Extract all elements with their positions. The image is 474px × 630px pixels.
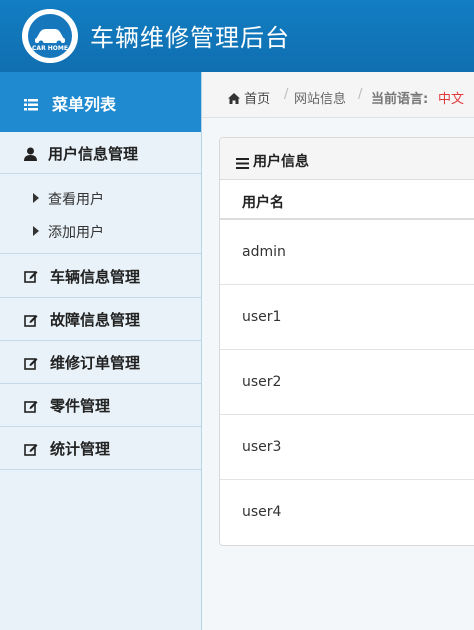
edit-icon xyxy=(24,268,38,287)
breadcrumb-home[interactable]: 首页 xyxy=(228,88,270,107)
sidebar-item-repair-orders[interactable]: 维修订单管理 xyxy=(0,341,201,384)
user-info-panel: 用户信息 用户名 admin user1 user2 user3 user4 xyxy=(219,137,474,546)
sidebar-subitem-label: 添加用户 xyxy=(48,225,104,241)
username-cell: user1 xyxy=(242,309,282,325)
sidebar-item-label: 零件管理 xyxy=(50,397,111,415)
table-row[interactable]: user2 xyxy=(220,350,474,415)
username-cell: user4 xyxy=(242,504,282,520)
menu-list-title: 菜单列表 xyxy=(52,95,117,114)
bars-icon xyxy=(236,154,249,173)
edit-icon xyxy=(24,441,38,460)
sidebar-item-label: 用户信息管理 xyxy=(48,145,139,163)
caret-right-icon xyxy=(33,226,39,236)
language-value[interactable]: 中文 xyxy=(438,88,464,107)
sidebar-subitem-label: 查看用户 xyxy=(48,192,104,208)
list-icon xyxy=(24,96,38,115)
edit-icon xyxy=(24,355,38,374)
sidebar: 菜单列表 用户信息管理 查看用户 添加用户 车辆信息管理 故障信息管理 维修订单… xyxy=(0,72,202,630)
sidebar-subitem-add-user[interactable]: 添加用户 xyxy=(0,215,201,248)
edit-icon xyxy=(24,312,38,331)
menu-list-header: 菜单列表 xyxy=(0,72,201,132)
breadcrumb-separator: / xyxy=(284,87,289,102)
sidebar-item-user-info[interactable]: 用户信息管理 xyxy=(0,132,201,174)
caret-right-icon xyxy=(33,193,39,203)
sidebar-item-parts[interactable]: 零件管理 xyxy=(0,384,201,427)
username-cell: user3 xyxy=(242,439,282,455)
column-header-username: 用户名 xyxy=(242,195,284,211)
panel-title: 用户信息 xyxy=(253,154,309,170)
sidebar-subitem-view-users[interactable]: 查看用户 xyxy=(0,182,201,215)
breadcrumb-separator: / xyxy=(358,87,363,102)
top-header: CAR HOME 车辆维修管理后台 xyxy=(0,0,474,72)
username-cell: admin xyxy=(242,244,286,260)
table-row[interactable]: admin xyxy=(220,220,474,285)
breadcrumb-home-label: 首页 xyxy=(244,92,271,107)
breadcrumb-site-info[interactable]: 网站信息 xyxy=(294,88,346,107)
sidebar-submenu-user: 查看用户 添加用户 xyxy=(0,174,201,254)
table-header: 用户名 xyxy=(220,180,474,220)
breadcrumb: 首页 / 网站信息 / 当前语言: 中文 xyxy=(202,72,474,118)
table-row[interactable]: user1 xyxy=(220,285,474,350)
sidebar-item-vehicle-info[interactable]: 车辆信息管理 xyxy=(0,254,201,298)
user-icon xyxy=(24,146,37,165)
car-home-logo[interactable]: CAR HOME xyxy=(22,9,78,63)
home-icon xyxy=(228,93,240,104)
language-label: 当前语言: xyxy=(371,92,429,107)
username-cell: user2 xyxy=(242,374,282,390)
panel-header: 用户信息 xyxy=(220,138,474,180)
sidebar-item-fault-info[interactable]: 故障信息管理 xyxy=(0,298,201,341)
sidebar-item-label: 统计管理 xyxy=(50,440,111,458)
sidebar-item-label: 故障信息管理 xyxy=(50,311,141,329)
edit-icon xyxy=(24,398,38,417)
table-row[interactable]: user4 xyxy=(220,480,474,545)
app-title: 车辆维修管理后台 xyxy=(90,24,290,52)
sidebar-item-label: 维修订单管理 xyxy=(50,354,141,372)
sidebar-item-label: 车辆信息管理 xyxy=(50,268,141,286)
logo-text: CAR HOME xyxy=(32,45,68,52)
table-row[interactable]: user3 xyxy=(220,415,474,480)
sidebar-item-statistics[interactable]: 统计管理 xyxy=(0,427,201,470)
